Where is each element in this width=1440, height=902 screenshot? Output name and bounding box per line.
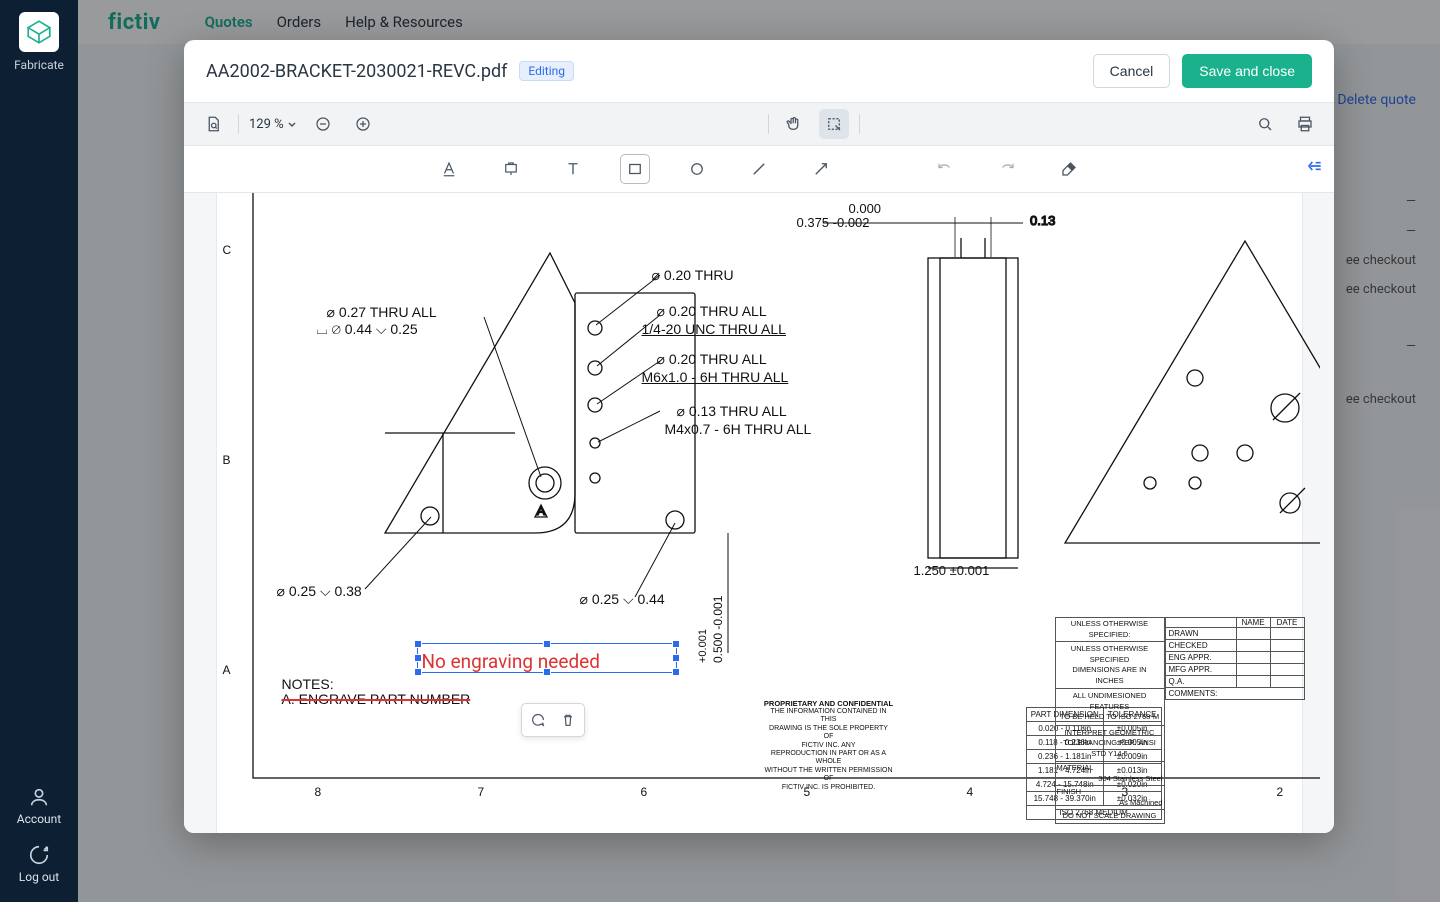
rectangle-icon[interactable] (620, 154, 650, 184)
dim: 0.000 (849, 201, 882, 216)
rev-block: NAMEDATE DRAWN CHECKED ENG APPR. MFG APP… (1165, 617, 1305, 700)
page-icon[interactable] (198, 109, 228, 139)
annotation-panel-toggle[interactable] (1298, 150, 1330, 182)
pan-icon[interactable] (779, 109, 809, 139)
search-icon[interactable] (1250, 109, 1280, 139)
line-icon[interactable] (744, 154, 774, 184)
col-label: 8 (315, 785, 322, 799)
callout: ⌀ 0.25 ⌵ 0.38 (277, 583, 362, 600)
dim: 0.500 -0.001 (711, 596, 725, 663)
col-label: 4 (967, 785, 974, 799)
account-button[interactable]: Account (17, 786, 61, 826)
proprietary-block: PROPRIETARY AND CONFIDENTIAL THE INFORMA… (764, 699, 894, 792)
callout: ⌀ 0.20 THRU ALL (657, 303, 767, 320)
callout: ⌀ 0.13 THRU ALL (677, 403, 787, 420)
redo-icon[interactable] (992, 154, 1022, 184)
brand-label: Fabricate (14, 58, 64, 72)
notes-line: A. ENGRAVE PART NUMBER (282, 691, 471, 707)
undo-icon[interactable] (930, 154, 960, 184)
text-style-icon[interactable] (434, 154, 464, 184)
text-icon[interactable] (558, 154, 588, 184)
col-label: 6 (641, 785, 648, 799)
logout-label: Log out (19, 870, 59, 884)
modal-title: AA2002-BRACKET-2030021-REVC.pdf (206, 61, 507, 82)
logout-button[interactable]: Log out (19, 844, 59, 884)
zoom-in-icon[interactable] (348, 109, 378, 139)
row-label: A (223, 663, 231, 677)
anno-reply-icon[interactable] (526, 708, 550, 732)
circle-icon[interactable] (682, 154, 712, 184)
col-label: 7 (478, 785, 485, 799)
annotation-toolbar-mini (521, 703, 585, 737)
dim: +0.001 (697, 629, 709, 663)
callout: ⌀ 0.25 ⌵ 0.44 (580, 591, 665, 608)
cancel-button[interactable]: Cancel (1093, 54, 1171, 88)
row-label: C (223, 243, 232, 257)
editing-badge: Editing (519, 61, 574, 81)
zoom-display[interactable]: 129 % (249, 117, 298, 132)
col-label: 2 (1277, 785, 1284, 799)
callout: ⌀ 0.27 THRU ALL (327, 304, 437, 321)
account-label: Account (17, 812, 61, 826)
print-icon[interactable] (1290, 109, 1320, 139)
dim: 0.375 -0.002 (797, 215, 870, 230)
viewer-toolbar: 129 % (184, 102, 1334, 146)
callout: 1/4-20 UNC THRU ALL (642, 321, 786, 337)
text-annotation[interactable]: No engraving needed (417, 643, 677, 673)
row-label: B (223, 453, 231, 467)
svg-text:A: A (537, 504, 545, 518)
dim: 1.250 ±0.001 (914, 563, 990, 578)
pdf-page: C B A 8 7 6 5 4 3 2 (217, 193, 1302, 833)
callout: ⌀ 0.20 THRU ALL (657, 351, 767, 368)
callout: ⌀ 0.20 THRU (652, 267, 734, 284)
annotation-toolbar (184, 146, 1334, 193)
arrow-icon[interactable] (806, 154, 836, 184)
left-sidebar: Fabricate Account Log out (0, 0, 78, 902)
select-icon[interactable] (819, 109, 849, 139)
eraser-icon[interactable] (1054, 154, 1084, 184)
save-button[interactable]: Save and close (1182, 54, 1312, 88)
notes-heading: NOTES: (282, 676, 334, 692)
modal-overlay: AA2002-BRACKET-2030021-REVC.pdf Editing … (78, 0, 1440, 902)
spec-block: UNLESS OTHERWISE SPECIFIED: UNLESS OTHER… (1055, 617, 1165, 824)
callout: ⌴ ⌀ 0.44 ⌵ 0.25 (317, 321, 418, 338)
note-icon[interactable] (496, 154, 526, 184)
pdf-editor-modal: AA2002-BRACKET-2030021-REVC.pdf Editing … (184, 40, 1334, 833)
anno-delete-icon[interactable] (556, 708, 580, 732)
zoom-out-icon[interactable] (308, 109, 338, 139)
callout: M4x0.7 - 6H THRU ALL (665, 421, 812, 437)
svg-text:0.13: 0.13 (1030, 213, 1055, 228)
pdf-canvas[interactable]: C B A 8 7 6 5 4 3 2 (184, 193, 1334, 833)
callout: M6x1.0 - 6H THRU ALL (642, 369, 789, 385)
brand-icon[interactable] (19, 12, 59, 52)
